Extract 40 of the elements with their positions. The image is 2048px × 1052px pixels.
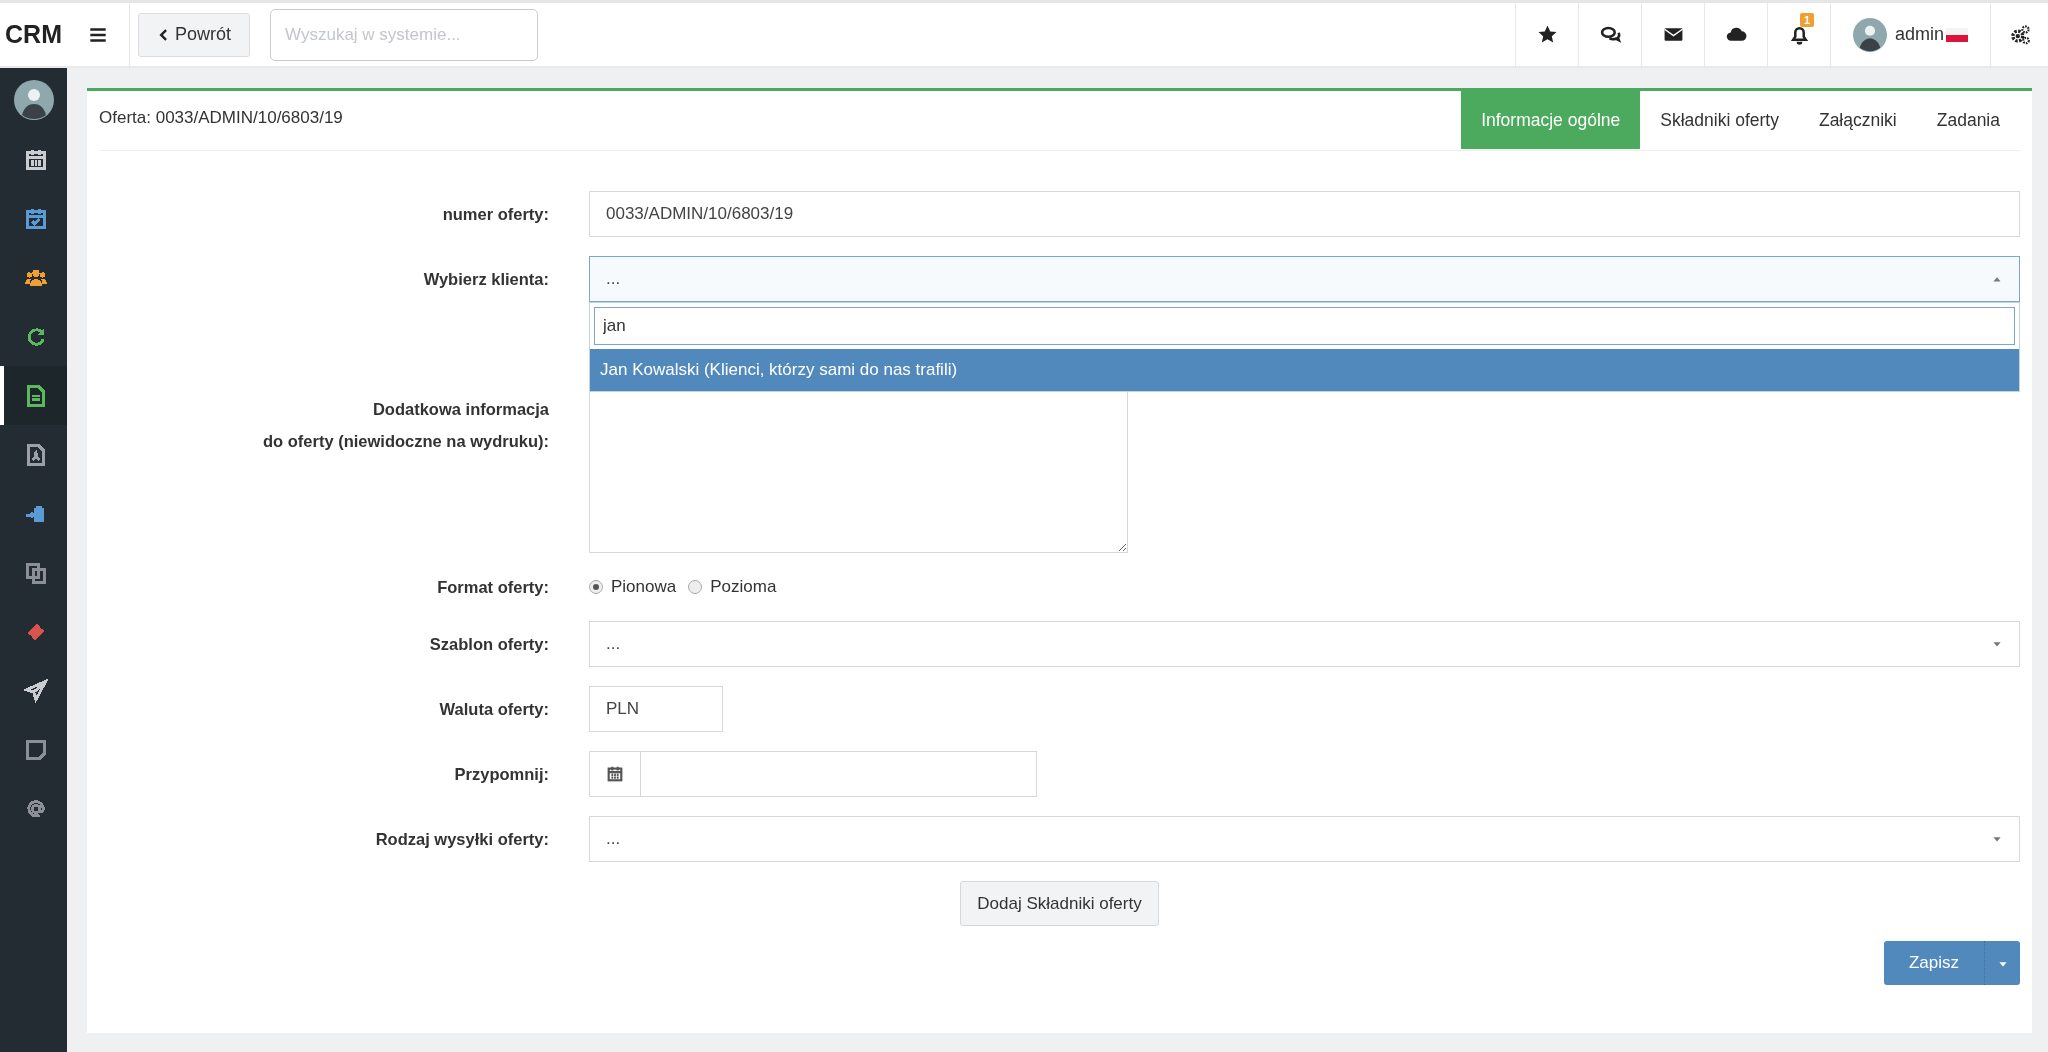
select-field[interactable]: ... xyxy=(589,816,2020,862)
field-label: numer oferty: xyxy=(441,204,549,225)
brand-logo: CRM xyxy=(4,18,63,50)
tab[interactable]: Składniki oferty xyxy=(1640,91,1799,149)
poland-flag-icon xyxy=(1946,27,1968,42)
offer-title: Oferta: 0033/ADMIN/10/6803/19 xyxy=(99,107,343,129)
field-label: Dodatkowa informacja do oferty (niewidoczne na wydruku): xyxy=(261,399,549,452)
dropdown-option[interactable]: Jan Kowalski (Klienci, którzy sami do nas trafili) xyxy=(590,349,2019,391)
radio-button[interactable] xyxy=(589,580,603,594)
calendar-icon xyxy=(606,765,624,783)
text-field[interactable]: PLN xyxy=(589,686,723,732)
favorites-star-icon xyxy=(1536,24,1558,45)
field-label: Przypomnij: xyxy=(453,764,549,785)
tab[interactable]: Zadania xyxy=(1916,91,2020,149)
field-label: Szablon oferty: xyxy=(428,634,549,655)
field-label: Waluta oferty: xyxy=(438,699,549,720)
radio-button[interactable] xyxy=(688,580,703,594)
date-field[interactable] xyxy=(641,751,1037,797)
user-avatar xyxy=(13,80,54,120)
notification-count: 1 xyxy=(1799,13,1814,27)
chat-bubbles-icon xyxy=(1599,24,1621,45)
dropdown-search-field[interactable]: jan xyxy=(594,307,2015,345)
add-items-button[interactable]: Dodaj Składniki oferty xyxy=(960,881,1159,926)
save-button[interactable]: Zapisz xyxy=(1884,941,1984,985)
user-avatar xyxy=(1853,17,1887,52)
search-field[interactable]: Wyszukaj w systemie... xyxy=(270,8,539,61)
select-field[interactable]: ... xyxy=(589,621,2020,667)
bell-icon xyxy=(1788,24,1810,45)
field-label: Format oferty: xyxy=(436,577,549,598)
sidebar-item[interactable] xyxy=(0,366,67,425)
field-label: Wybierz klienta: xyxy=(422,269,549,290)
user-menu[interactable]: admin xyxy=(1830,3,1990,66)
field-label: Rodzaj wysyłki oferty: xyxy=(374,829,549,850)
settings-gears-icon xyxy=(2008,23,2031,46)
radio-label: Pozioma xyxy=(710,576,777,599)
back-button[interactable]: Powrót xyxy=(138,12,251,57)
text-field[interactable]: 0033/ADMIN/10/6803/19 xyxy=(589,191,2020,237)
radio-label: Pionowa xyxy=(611,576,677,599)
tab[interactable]: Załączniki xyxy=(1798,91,1917,149)
calendar-button[interactable] xyxy=(589,751,641,797)
